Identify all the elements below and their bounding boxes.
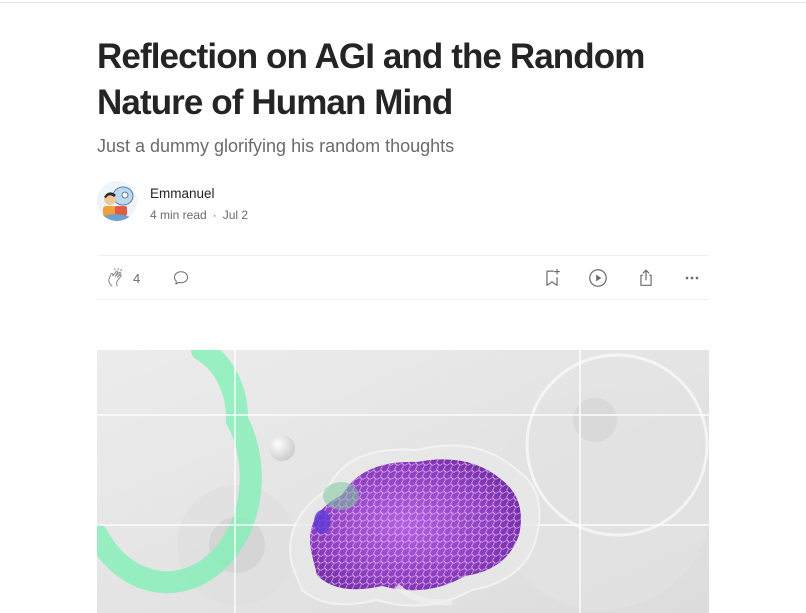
read-time: 4 min read [150,208,207,222]
clap-count: 4 [133,270,141,286]
brain-illustration [97,350,709,613]
listen-button[interactable] [587,256,609,300]
publish-date: Jul 2 [222,208,249,222]
author-name[interactable]: Emmanuel [150,186,215,201]
bookmark-add-icon [546,268,560,286]
clap-button[interactable]: 4 [105,256,140,300]
more-options-button[interactable] [682,256,702,300]
share-button[interactable] [635,256,657,300]
action-bar: 4 [97,255,709,300]
post-meta: 4 min read · Jul 2 [150,208,248,222]
play-icon [589,269,607,287]
clap-icon [108,267,123,287]
save-button[interactable] [541,256,563,300]
avatar-illustration [97,181,137,221]
more-icon [685,276,699,280]
article-subtitle: Just a dummy glorifying his random thoug… [97,136,455,156]
top-divider [0,2,806,3]
response-button[interactable] [171,256,191,300]
share-icon [640,269,652,286]
hero-image [97,350,709,613]
response-icon [174,271,188,285]
avatar[interactable] [97,181,137,221]
article-title: Reflection on AGI and the Random Nature … [97,37,645,122]
author-block: Emmanuel 4 min read · Jul 2 [97,181,397,222]
meta-separator: · [212,208,217,222]
